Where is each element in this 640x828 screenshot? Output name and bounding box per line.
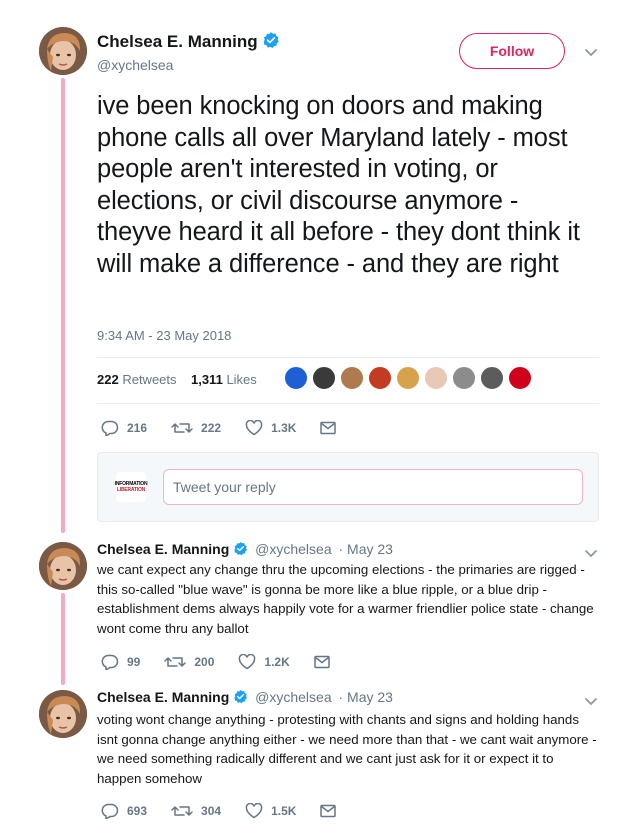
reply-button[interactable]: 216 <box>101 420 147 436</box>
verified-badge-icon <box>233 689 248 707</box>
user-avatar: INFORMATION LIBERATION <box>115 472 148 502</box>
reply-icon <box>101 654 119 670</box>
tweet-text: we cant expect any change thru the upcom… <box>97 562 594 636</box>
likes-count: 1,311 <box>190 372 223 387</box>
reply-header: Chelsea E. Manning @xychelsea · May 23 <box>97 689 393 707</box>
liker-5-avatar[interactable] <box>396 366 420 390</box>
author-handle[interactable]: @xychelsea <box>255 541 331 557</box>
tweet-date[interactable]: · May 23 <box>339 541 393 557</box>
like-count: 1.3K <box>271 421 297 435</box>
retweet-count: 304 <box>201 804 222 818</box>
verified-badge-icon <box>233 541 248 559</box>
engagement-stats: 222 Retweets 1,311 Likes <box>97 372 257 387</box>
divider <box>97 357 599 358</box>
avatar[interactable] <box>39 690 87 738</box>
liker-2-avatar[interactable] <box>312 366 336 390</box>
thread-line-top <box>61 78 65 533</box>
retweet-icon <box>171 806 193 816</box>
tweet-text: voting wont change anything - protesting… <box>97 712 597 786</box>
liker-3-avatar[interactable] <box>340 366 364 390</box>
main-tweet-actions: 216 222 1.3K <box>101 420 368 436</box>
likes-stat[interactable]: 1,311 Likes <box>191 372 257 387</box>
likes-label: Likes <box>226 372 257 387</box>
reply-count: 693 <box>127 804 148 818</box>
reply-composer: INFORMATION LIBERATION <box>97 452 599 522</box>
like-button[interactable]: 1.5K <box>245 803 296 819</box>
reply-actions: 99 200 1.2K <box>101 654 362 670</box>
like-button[interactable]: 1.2K <box>238 654 290 670</box>
dm-icon <box>320 804 337 818</box>
author-handle[interactable]: @xychelsea <box>255 689 331 705</box>
retweet-count: 222 <box>201 421 222 435</box>
dm-icon <box>320 421 337 435</box>
avatar[interactable] <box>39 542 87 590</box>
reply-icon <box>101 803 119 819</box>
reply-icon <box>101 420 119 436</box>
avatar[interactable] <box>39 27 87 75</box>
reply-actions: 693 304 1.5K <box>101 803 368 819</box>
dm-button[interactable] <box>320 804 344 818</box>
chevron-down-icon[interactable] <box>584 45 598 63</box>
retweet-button[interactable]: 200 <box>164 654 214 670</box>
liker-7-avatar[interactable] <box>452 366 476 390</box>
avatar-text-line2: LIBERATION <box>116 487 146 493</box>
retweet-count: 200 <box>194 655 215 669</box>
liker-6-avatar[interactable] <box>424 366 448 390</box>
like-icon <box>239 654 256 670</box>
like-icon <box>245 803 263 819</box>
retweet-icon <box>164 657 187 667</box>
retweet-icon <box>171 423 193 433</box>
liker-4-avatar[interactable] <box>368 366 392 390</box>
reply-input[interactable] <box>163 469 583 505</box>
like-icon <box>245 420 263 436</box>
reply-count: 216 <box>127 421 148 435</box>
timestamp[interactable]: 9:34 AM - 23 May 2018 <box>97 328 231 343</box>
thread-line-middle <box>61 593 65 685</box>
author-name[interactable]: Chelsea E. Manning <box>97 541 229 557</box>
like-button[interactable]: 1.3K <box>245 420 296 436</box>
author-name-text[interactable]: Chelsea E. Manning <box>97 32 258 51</box>
dm-button[interactable] <box>314 655 338 669</box>
verified-badge-icon <box>262 31 280 54</box>
follow-button[interactable]: Follow <box>459 33 565 69</box>
author-name[interactable]: Chelsea E. Manning <box>97 31 280 54</box>
retweets-stat[interactable]: 222 Retweets <box>97 372 177 387</box>
tweet-date[interactable]: · May 23 <box>339 689 393 705</box>
reply-button[interactable]: 99 <box>101 654 140 670</box>
liker-1-avatar[interactable] <box>284 366 308 390</box>
retweets-count: 222 <box>97 372 119 387</box>
dm-button[interactable] <box>320 421 344 435</box>
retweet-button[interactable]: 304 <box>171 803 221 819</box>
reply-count: 99 <box>127 655 141 669</box>
dm-icon <box>314 655 330 669</box>
reply-button[interactable]: 693 <box>101 803 147 819</box>
reply-header: Chelsea E. Manning @xychelsea · May 23 <box>97 541 393 559</box>
liker-avatars <box>284 366 536 394</box>
author-handle[interactable]: @xychelsea <box>97 57 173 73</box>
liker-8-avatar[interactable] <box>480 366 504 390</box>
retweets-label: Retweets <box>122 372 177 387</box>
tweet-text: ive been knocking on doors and making ph… <box>97 92 580 278</box>
liker-9-avatar[interactable] <box>508 366 532 390</box>
like-count: 1.2K <box>264 655 290 669</box>
author-name[interactable]: Chelsea E. Manning <box>97 689 229 705</box>
like-count: 1.5K <box>271 804 297 818</box>
retweet-button[interactable]: 222 <box>171 420 221 436</box>
divider <box>97 403 599 404</box>
